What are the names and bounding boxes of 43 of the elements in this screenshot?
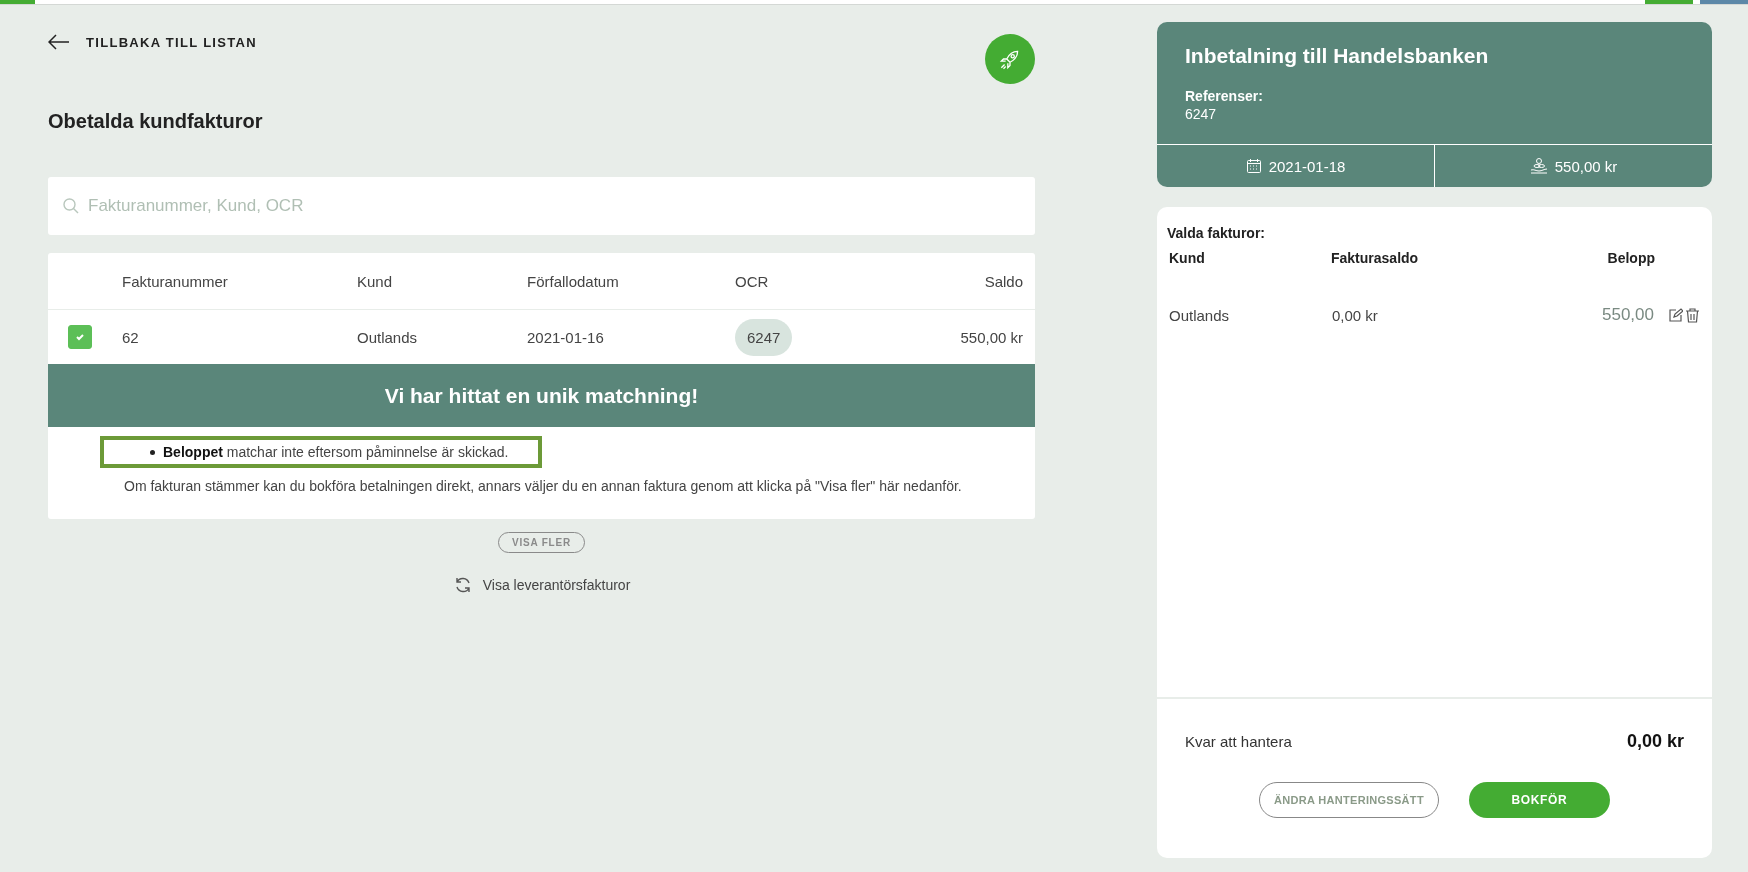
coins-hand-icon [1529, 157, 1548, 175]
payment-date: 2021-01-18 [1268, 157, 1346, 175]
column-header: Saldo [983, 272, 1024, 290]
column-header: Fakturasaldo [1331, 250, 1420, 266]
payment-title: Inbetalning till Handelsbanken [1185, 44, 1490, 68]
column-header: Kund [1168, 250, 1206, 266]
search-field[interactable]: Fakturanummer, Kund, OCR [48, 177, 1035, 235]
references-label: Referenser: [1185, 88, 1264, 104]
ocr-badge: 6247 [735, 318, 793, 356]
match-note: Om fakturan stämmer kan du bokföra betalningen direkt, annars väljer du en annan faktura genom att klicka på "Visa fler" här nedanför. [123, 477, 963, 494]
table-cell-text: 550,00 kr [959, 328, 1024, 346]
payment-amount: 550,00 kr [1554, 157, 1618, 175]
remaining-label: Kvar att hantera [1185, 733, 1292, 750]
change-method-button[interactable]: ÄNDRA HANTERINGSSÄTT [1259, 782, 1439, 818]
table-cell-text: 0,00 kr [1331, 306, 1379, 324]
table-cell-text: Outlands [1168, 306, 1231, 324]
edit-icon[interactable] [1668, 307, 1683, 323]
supplier-invoices-link[interactable]: Visa leverantörsfakturor [452, 575, 631, 595]
column-header: Fakturanummer [121, 272, 229, 290]
back-link[interactable]: TILLBAKA TILL LISTAN [48, 34, 257, 50]
table-cell-text: 2021-01-16 [526, 328, 605, 346]
check-icon [75, 332, 85, 342]
bullet-dot [150, 449, 155, 455]
column-header: Kund [356, 272, 394, 290]
remaining-value: 0,00 kr [1626, 731, 1684, 752]
table-cell-text: 62 [121, 328, 140, 346]
book-button[interactable]: BOKFÖR [1468, 782, 1610, 818]
column-header: OCR [734, 272, 770, 290]
column-header: Belopp [1606, 250, 1656, 266]
page-heading: Obetalda kundfakturor [48, 110, 264, 133]
back-arrow-icon [48, 34, 70, 50]
warning-text: Beloppet matchar inte eftersom påminnelse är skickad. [163, 444, 509, 460]
match-banner: Vi har hittat en unik matchning! [48, 364, 1035, 427]
checkbox[interactable] [68, 325, 92, 349]
selected-title: Valda fakturor: [1167, 225, 1267, 241]
trash-icon[interactable] [1685, 307, 1700, 323]
table-cell-text: Outlands [356, 328, 419, 346]
table-cell-text: 550,00 [1601, 305, 1655, 325]
reference-value: 6247 [1185, 106, 1218, 122]
calendar-icon [1245, 158, 1262, 174]
column-header: Förfallodatum [526, 272, 620, 290]
progress-bar-end [1700, 0, 1748, 4]
search-icon [62, 197, 80, 215]
